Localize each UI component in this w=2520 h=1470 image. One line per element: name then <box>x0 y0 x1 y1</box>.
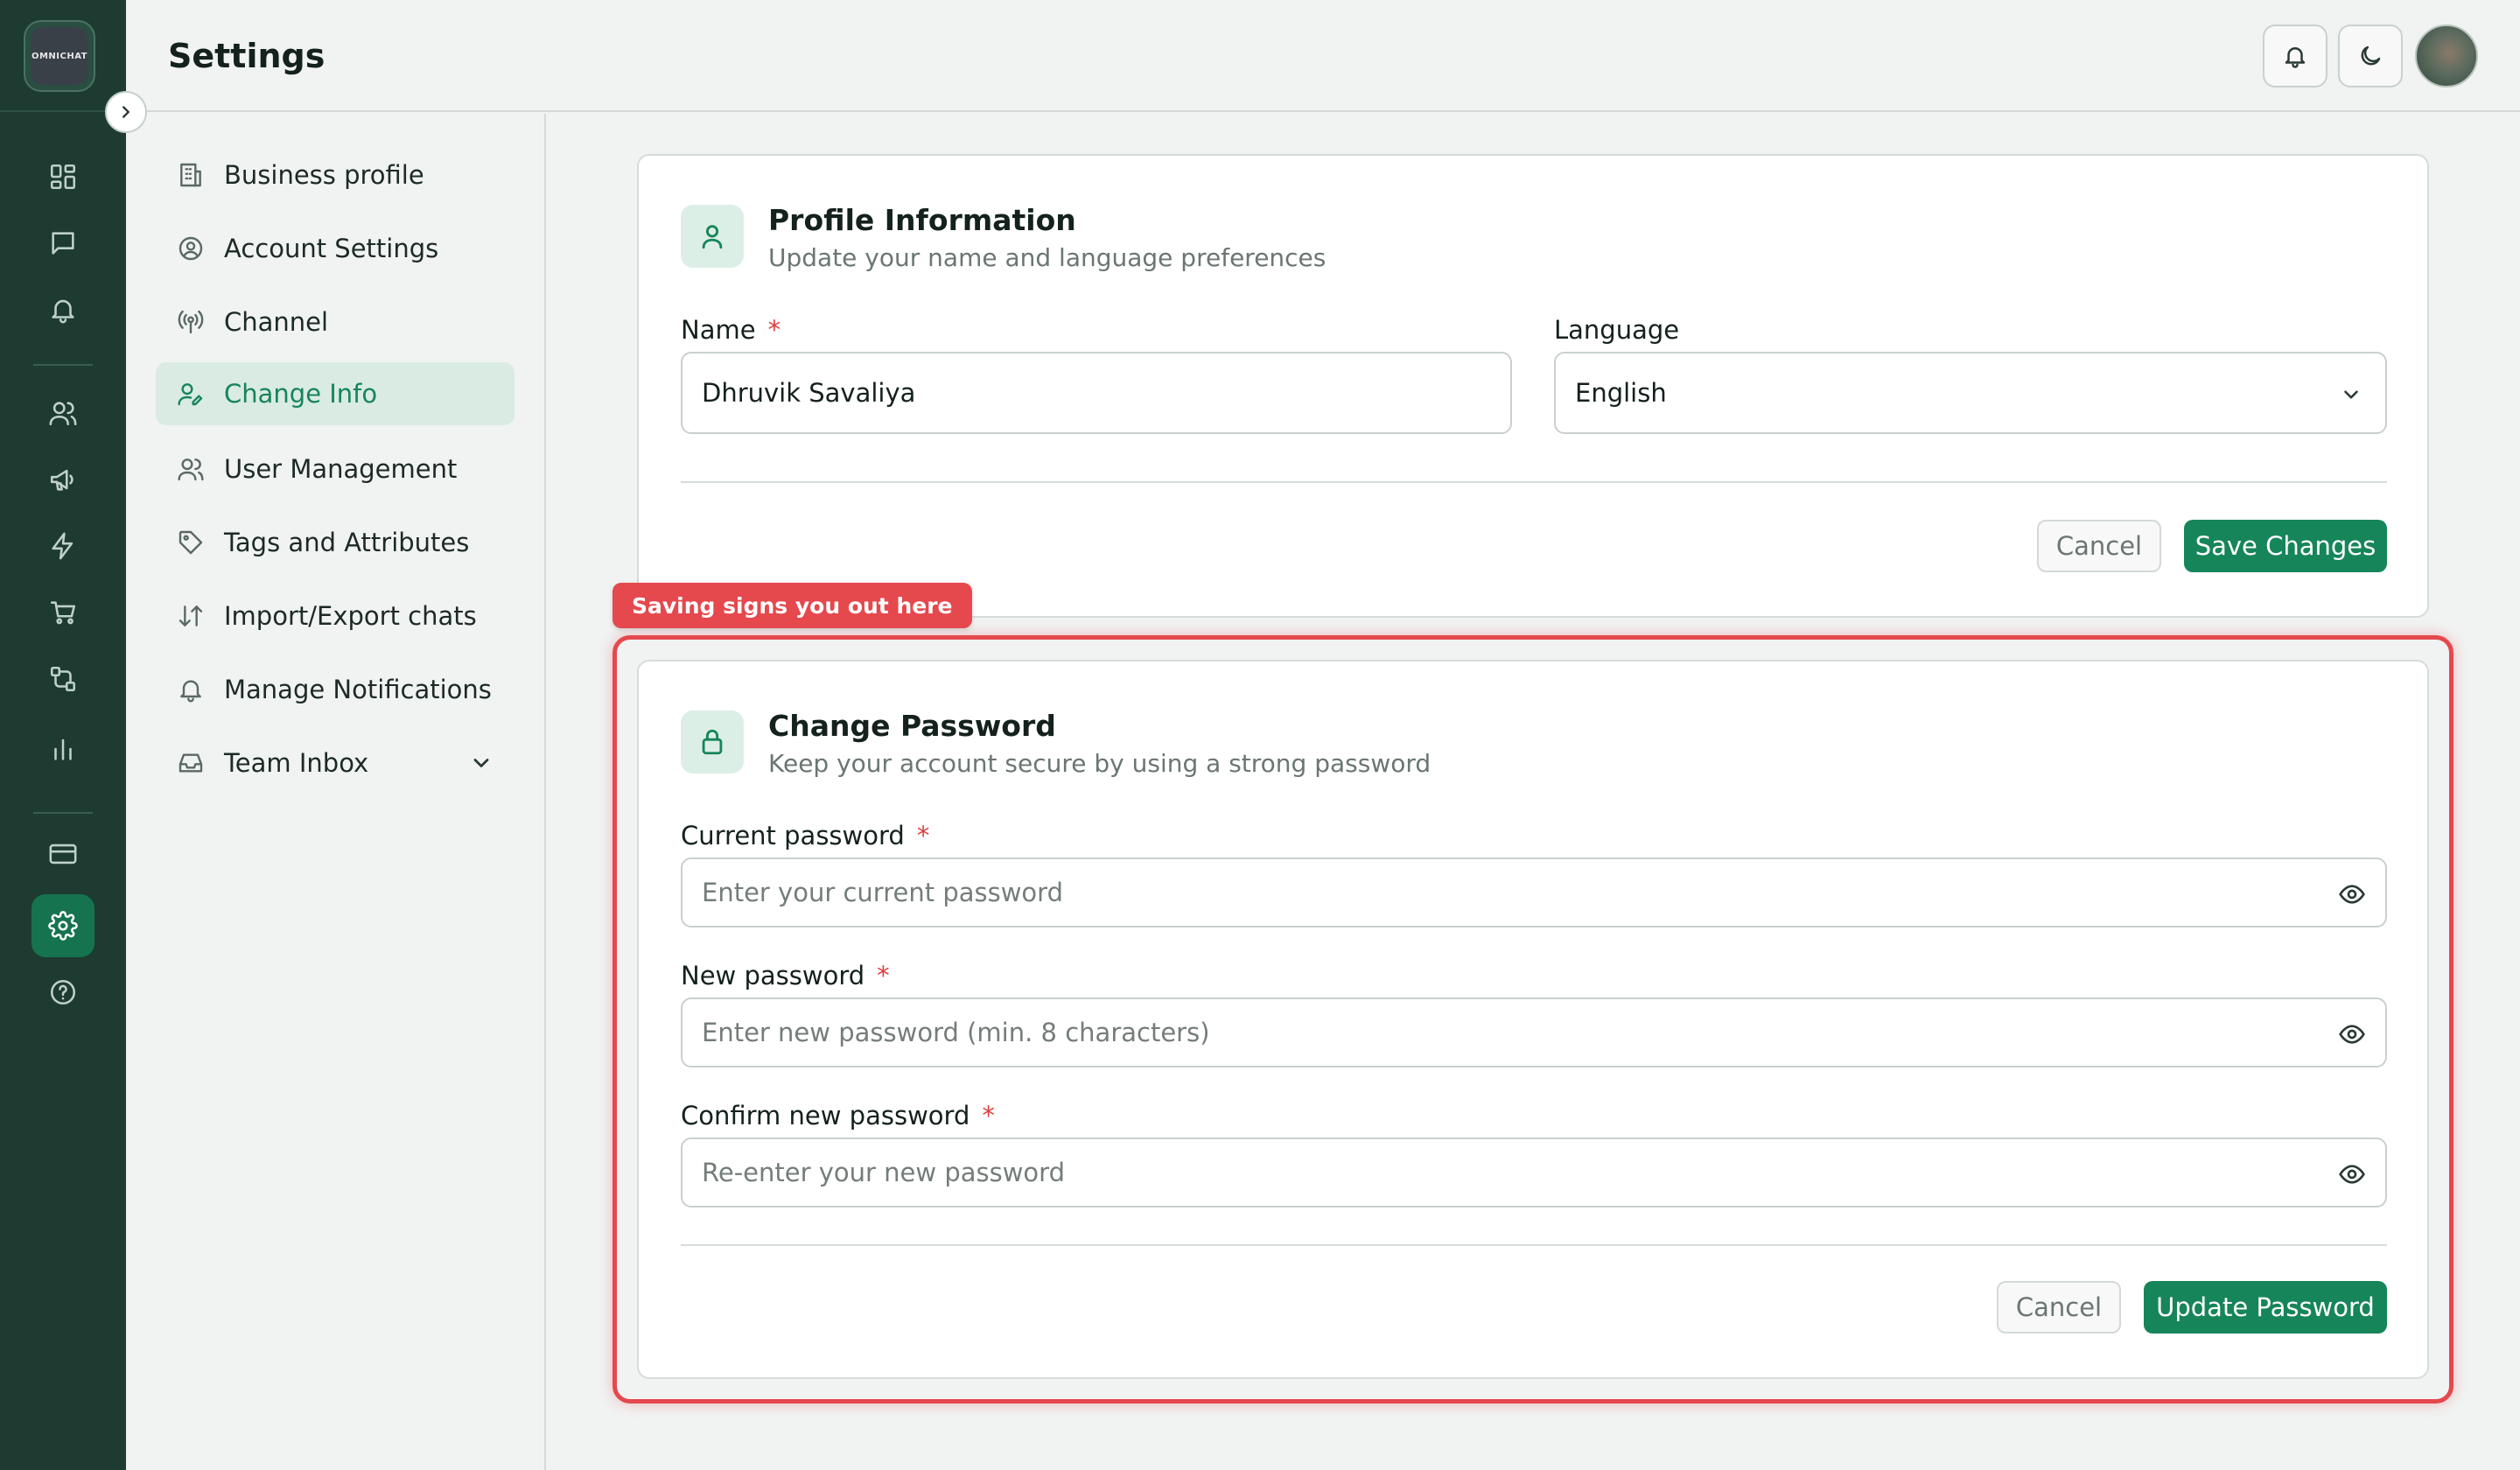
new-password-input[interactable]: Enter new password (min. 8 characters) <box>681 998 2387 1068</box>
help-icon[interactable] <box>35 964 91 1020</box>
moon-icon <box>2361 46 2381 66</box>
nav-item-label: Tags and Attributes <box>224 528 470 557</box>
language-label: Language <box>1554 315 1680 345</box>
nav-item-label: Change Info <box>224 379 378 409</box>
divider <box>681 481 2387 483</box>
language-value: English <box>1575 378 1667 408</box>
update-password-button[interactable]: Update Password <box>2144 1281 2387 1334</box>
current-password-label: Current password * <box>681 821 930 850</box>
user-circle-icon <box>178 236 203 261</box>
rail-separator <box>33 364 93 366</box>
eye-icon[interactable] <box>2338 1020 2366 1048</box>
inbox-icon <box>178 753 203 773</box>
name-value: Dhruvik Savaliya <box>702 378 916 408</box>
card-subtitle: Keep your account secure by using a stro… <box>768 749 1432 778</box>
current-password-input[interactable]: Enter your current password <box>681 858 2387 928</box>
chart-icon[interactable] <box>35 721 91 777</box>
chevron-down-icon <box>2344 390 2358 399</box>
nav-item-label: Manage Notifications <box>224 675 492 704</box>
nav-item-tags-and-attributes[interactable]: Tags and Attributes <box>156 511 514 574</box>
chat-icon[interactable] <box>35 215 91 271</box>
change-password-card: Change Password Keep your account secure… <box>637 660 2429 1379</box>
card-icon[interactable] <box>35 826 91 882</box>
nav-item-channel[interactable]: Channel <box>156 290 514 354</box>
nav-item-label: Business profile <box>224 160 424 190</box>
rail-separator <box>33 812 93 814</box>
avatar[interactable] <box>2415 24 2478 88</box>
name-label: Name * <box>681 315 781 345</box>
page-title: Settings <box>168 37 326 75</box>
cart-icon[interactable] <box>35 584 91 640</box>
eye-icon[interactable] <box>2338 880 2366 908</box>
required-mark: * <box>982 1101 995 1130</box>
megaphone-icon[interactable] <box>35 452 91 508</box>
nav-item-team-inbox[interactable]: Team Inbox <box>156 732 514 794</box>
required-mark: * <box>877 961 890 990</box>
bell-icon <box>180 680 201 703</box>
nav-item-label: Channel <box>224 307 329 337</box>
logo-text: OMNICHAT <box>31 51 88 61</box>
nav-item-business-profile[interactable]: Business profile <box>156 144 514 206</box>
card-title: Change Password <box>768 709 1056 743</box>
nav-item-label: Import/Export chats <box>224 601 477 631</box>
language-select[interactable]: English <box>1554 352 2387 434</box>
user-icon <box>681 205 744 268</box>
divider <box>681 1244 2387 1246</box>
nav-item-account-settings[interactable]: Account Settings <box>156 217 514 280</box>
nav-item-change-info[interactable]: Change Info <box>156 362 514 425</box>
settings-nav: Business profile Account Settings Channe… <box>126 114 546 1470</box>
placeholder: Re-enter your new password <box>702 1158 1065 1187</box>
required-mark: * <box>767 315 781 345</box>
sidebar-toggle-button[interactable] <box>105 91 147 133</box>
nav-item-label: Account Settings <box>224 234 439 263</box>
required-mark: * <box>916 821 930 850</box>
name-field[interactable]: Dhruvik Savaliya <box>681 352 1512 434</box>
nav-item-manage-notifications[interactable]: Manage Notifications <box>156 658 514 721</box>
users-icon[interactable] <box>35 385 91 441</box>
dashboard-icon[interactable] <box>35 149 91 205</box>
arrows-updown-icon <box>178 606 203 626</box>
profile-information-card: Profile Information Update your name and… <box>637 154 2429 618</box>
nav-item-label: User Management <box>224 454 458 484</box>
building-icon <box>180 163 201 187</box>
nav-item-import-export[interactable]: Import/Export chats <box>156 584 514 648</box>
bell-icon <box>2285 47 2306 68</box>
save-changes-button[interactable]: Save Changes <box>2184 520 2387 572</box>
notifications-button[interactable] <box>2263 24 2328 88</box>
app-rail: OMNICHAT <box>0 0 126 1470</box>
nav-item-user-management[interactable]: User Management <box>156 438 514 500</box>
annotation-tag: Saving signs you out here <box>612 583 972 628</box>
nav-item-label: Team Inbox <box>224 748 369 778</box>
card-subtitle: Update your name and language preference… <box>768 243 1326 272</box>
broadcast-icon <box>178 310 204 334</box>
bell-icon[interactable] <box>35 282 91 338</box>
chevron-right-icon <box>122 106 130 118</box>
chevron-down-icon[interactable] <box>469 751 494 775</box>
user-edit-icon <box>178 383 203 406</box>
gear-icon[interactable] <box>32 894 94 957</box>
placeholder: Enter new password (min. 8 characters) <box>702 1018 1210 1047</box>
app-logo[interactable]: OMNICHAT <box>24 20 95 92</box>
users-icon <box>178 458 204 481</box>
confirm-password-input[interactable]: Re-enter your new password <box>681 1138 2387 1208</box>
profile-cancel-button[interactable]: Cancel <box>2037 520 2161 572</box>
top-header: Settings <box>126 0 2520 112</box>
password-cancel-button[interactable]: Cancel <box>1997 1281 2121 1334</box>
confirm-password-label: Confirm new password * <box>681 1101 995 1130</box>
theme-toggle-button[interactable] <box>2338 24 2403 88</box>
tag-icon <box>178 530 203 555</box>
eye-icon[interactable] <box>2338 1160 2366 1188</box>
flow-icon[interactable] <box>35 651 91 707</box>
new-password-label: New password * <box>681 961 890 990</box>
placeholder: Enter your current password <box>702 878 1063 907</box>
lightning-icon[interactable] <box>35 518 91 574</box>
lock-icon <box>681 710 744 774</box>
card-title: Profile Information <box>768 203 1076 237</box>
